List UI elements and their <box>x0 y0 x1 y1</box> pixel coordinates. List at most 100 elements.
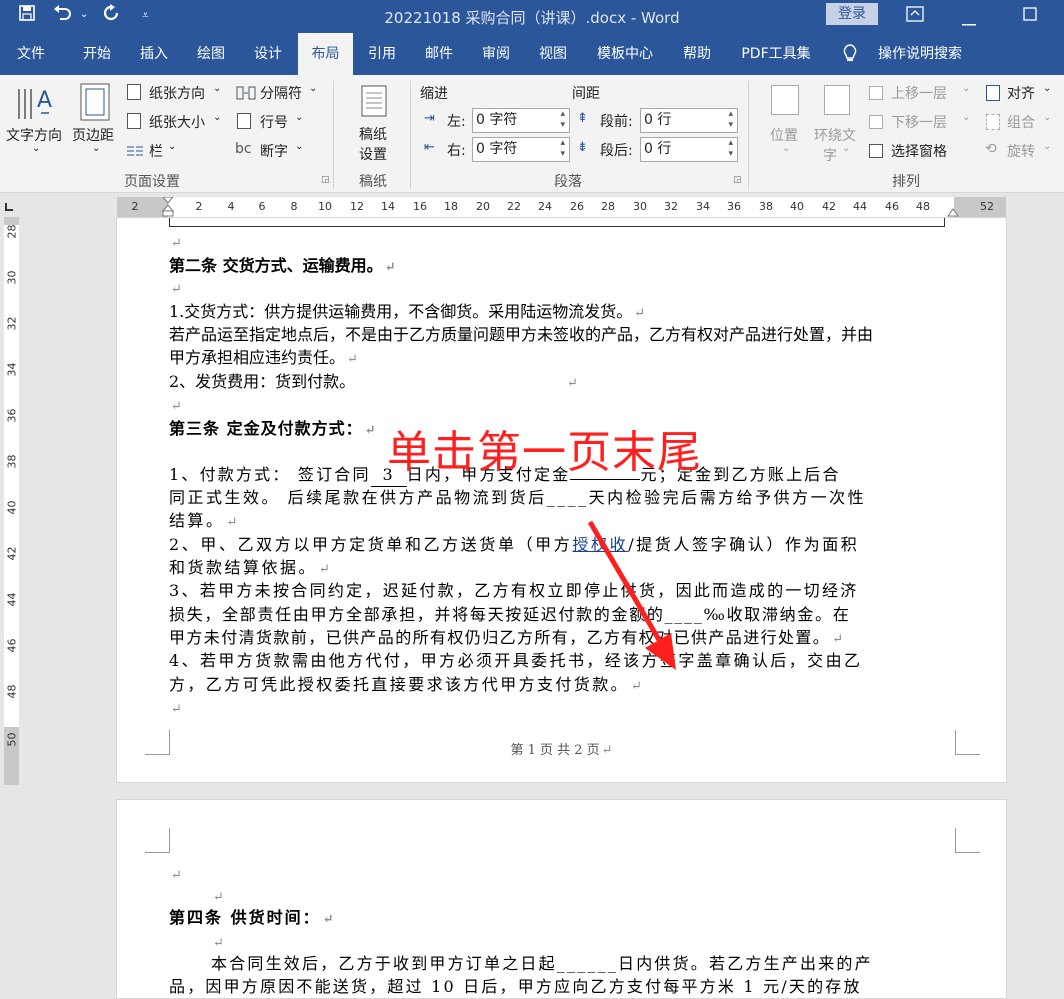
bring-forward-dropdown-icon[interactable]: ⌄ <box>962 83 970 94</box>
body-line: 本合同生效后，乙方于收到甲方订单之日起______日内供货。若乙方生产出来的产 <box>211 954 873 973</box>
rotate-button[interactable]: 旋转 <box>1007 141 1035 161</box>
tab-view[interactable]: 视图 <box>525 33 581 75</box>
size-dropdown-icon[interactable]: ⌄ <box>213 112 221 123</box>
manuscript-settings-button-line2[interactable]: 设置 <box>359 144 387 164</box>
columns-dropdown-icon[interactable]: ⌄ <box>168 141 176 152</box>
ribbon-display-options-icon[interactable] <box>906 6 924 27</box>
group-divider <box>410 81 411 189</box>
tab-selector[interactable] <box>0 197 20 217</box>
tab-design[interactable]: 设计 <box>240 33 296 75</box>
selection-pane-button[interactable]: 选择窗格 <box>891 141 947 161</box>
text-direction-icon: A <box>15 81 57 127</box>
orientation-dropdown-icon[interactable]: ⌄ <box>213 83 221 94</box>
body-line-cursor[interactable]: 方，乙方可凭此授权委托直接要求该方代甲方支付货款。 ↵ <box>169 673 644 698</box>
horizontal-ruler[interactable]: 2 2 4 6 8 10 12 14 16 18 20 22 24 26 28 … <box>117 197 1006 217</box>
body-line: 2、发货费用：货到付款。 <box>169 372 356 391</box>
tab-review[interactable]: 审阅 <box>468 33 524 75</box>
hyphenation-dropdown-icon[interactable]: ⌄ <box>295 141 303 152</box>
send-backward-dropdown-icon[interactable]: ⌄ <box>962 112 970 123</box>
text-direction-dropdown-icon[interactable]: ⌄ <box>32 143 40 154</box>
article-3-heading: 第三条 定金及付款方式： ↵ <box>169 419 377 438</box>
right-indent-marker-icon[interactable] <box>946 203 960 217</box>
ruler-tick-label: 12 <box>350 200 364 213</box>
line-numbers-button[interactable]: 行号 <box>260 112 288 132</box>
size-button[interactable]: 纸张大小 <box>149 112 205 132</box>
breaks-button[interactable]: 分隔符 <box>260 83 302 103</box>
tab-file[interactable]: 文件 <box>0 33 62 75</box>
tab-mailings[interactable]: 邮件 <box>411 33 467 75</box>
send-backward-button[interactable]: 下移一层 <box>891 112 947 132</box>
ruler-tick-label: 48 <box>916 200 930 213</box>
space-after-input[interactable]: 0 行 ▴ ▾ <box>640 137 738 162</box>
minimize-icon[interactable] <box>962 13 976 33</box>
margins-icon <box>80 83 110 125</box>
tell-me-search[interactable]: 操作说明搜索 <box>868 33 972 75</box>
group-dropdown-icon[interactable]: ⌄ <box>1043 112 1051 123</box>
position-dropdown-icon[interactable]: ⌄ <box>782 143 790 154</box>
ruler-tick-label: 2 <box>131 200 139 213</box>
align-dropdown-icon[interactable]: ⌄ <box>1043 83 1051 94</box>
ruler-tick-label: 46 <box>5 638 19 653</box>
document-page-2[interactable]: ↵ ↵ 第四条 供货时间： ↵ ↵ 本合同生效后，乙方于收到甲方订单之日起____… <box>116 799 1007 999</box>
wrap-text-button[interactable]: 环绕文 <box>814 125 856 145</box>
ruler-tick-label: 28 <box>5 224 19 239</box>
bring-forward-button[interactable]: 上移一层 <box>891 83 947 103</box>
align-button[interactable]: 对齐 <box>1007 83 1035 103</box>
paragraph-mark: ↵ <box>567 376 578 391</box>
document-page-1[interactable]: ↵ 第二条 交货方式、运输费用。 ↵ ↵ 1.交货方式：供方提供运输费用，不含御货… <box>116 217 1007 783</box>
wrap-text-button-line2[interactable]: 字 <box>823 145 837 165</box>
line-numbers-dropdown-icon[interactable]: ⌄ <box>295 112 303 123</box>
tab-template-center[interactable]: 模板中心 <box>586 33 664 75</box>
annotation-label: 单击第一页末尾 <box>387 427 702 478</box>
send-backward-icon <box>869 115 883 129</box>
ruler-tick-label: 32 <box>5 316 19 331</box>
body-line: 品，因甲方原因不能送货，超过 10 日后，甲方应向乙方支付每平方米 1 元/天的… <box>169 977 862 996</box>
arrange-group-label: 排列 <box>892 174 920 190</box>
ruler-tick-label: 4 <box>227 200 235 213</box>
breaks-dropdown-icon[interactable]: ⌄ <box>309 83 317 94</box>
indent-marker-icon[interactable] <box>161 197 175 217</box>
manuscript-settings-button[interactable]: 稿纸 <box>359 124 387 144</box>
spacing-label: 间距 <box>572 86 600 102</box>
group-icon <box>986 114 1000 130</box>
tab-help[interactable]: 帮助 <box>670 33 724 75</box>
bring-forward-icon <box>869 86 883 100</box>
rotate-dropdown-icon[interactable]: ⌄ <box>1043 141 1051 152</box>
page-setup-launcher-icon[interactable]: ◲ <box>321 175 330 185</box>
selection-pane-icon <box>869 144 883 158</box>
margins-dropdown-icon[interactable]: ⌄ <box>92 143 100 154</box>
login-button[interactable]: 登录 <box>826 3 878 25</box>
body-line: 4、若甲方货款需由他方代付，甲方必须开具委托书，经该方签字盖章确认后，交由乙 <box>169 651 863 670</box>
space-after-icon: ⇟ <box>577 140 588 155</box>
table-bottom-edge <box>169 218 945 227</box>
space-before-label: 段前: <box>600 114 633 130</box>
tab-layout[interactable]: 布局 <box>298 33 353 75</box>
article-2-heading: 第二条 交货方式、运输费用。 ↵ <box>169 256 396 275</box>
indent-left-input[interactable]: 0 字符 ▴ ▾ <box>472 108 570 133</box>
margins-button[interactable]: 页边距 <box>72 125 114 145</box>
manuscript-group-label: 稿纸 <box>359 174 387 190</box>
lightbulb-icon <box>840 33 860 75</box>
indent-right-input[interactable]: 0 字符 ▴ ▾ <box>472 137 570 162</box>
maximize-icon[interactable] <box>1023 6 1037 26</box>
position-button[interactable]: 位置 <box>770 125 798 145</box>
vertical-ruler[interactable]: 28 30 32 34 36 38 40 42 44 46 48 50 <box>4 217 19 785</box>
space-before-input[interactable]: 0 行 ▴ ▾ <box>640 108 738 133</box>
ruler-tick-label: 8 <box>290 200 298 213</box>
tab-insert[interactable]: 插入 <box>126 33 182 75</box>
ruler-tick-label: 2 <box>195 200 203 213</box>
orientation-button[interactable]: 纸张方向 <box>149 83 205 103</box>
indent-left-label: 左: <box>447 114 466 130</box>
tab-home[interactable]: 开始 <box>68 33 126 75</box>
align-icon <box>986 85 1000 101</box>
columns-button[interactable]: 栏 <box>149 141 163 161</box>
tab-pdf-tools[interactable]: PDF工具集 <box>730 33 822 75</box>
ruler-tick-label: 50 <box>5 732 19 747</box>
tab-references[interactable]: 引用 <box>355 33 409 75</box>
group-button[interactable]: 组合 <box>1007 112 1035 132</box>
hyphenation-button[interactable]: 断字 <box>260 141 288 161</box>
text-direction-button[interactable]: 文字方向 <box>6 125 62 145</box>
tab-draw[interactable]: 绘图 <box>182 33 240 75</box>
paragraph-launcher-icon[interactable]: ◲ <box>733 175 742 185</box>
wrap-text-dropdown-icon[interactable]: ⌄ <box>842 143 850 154</box>
